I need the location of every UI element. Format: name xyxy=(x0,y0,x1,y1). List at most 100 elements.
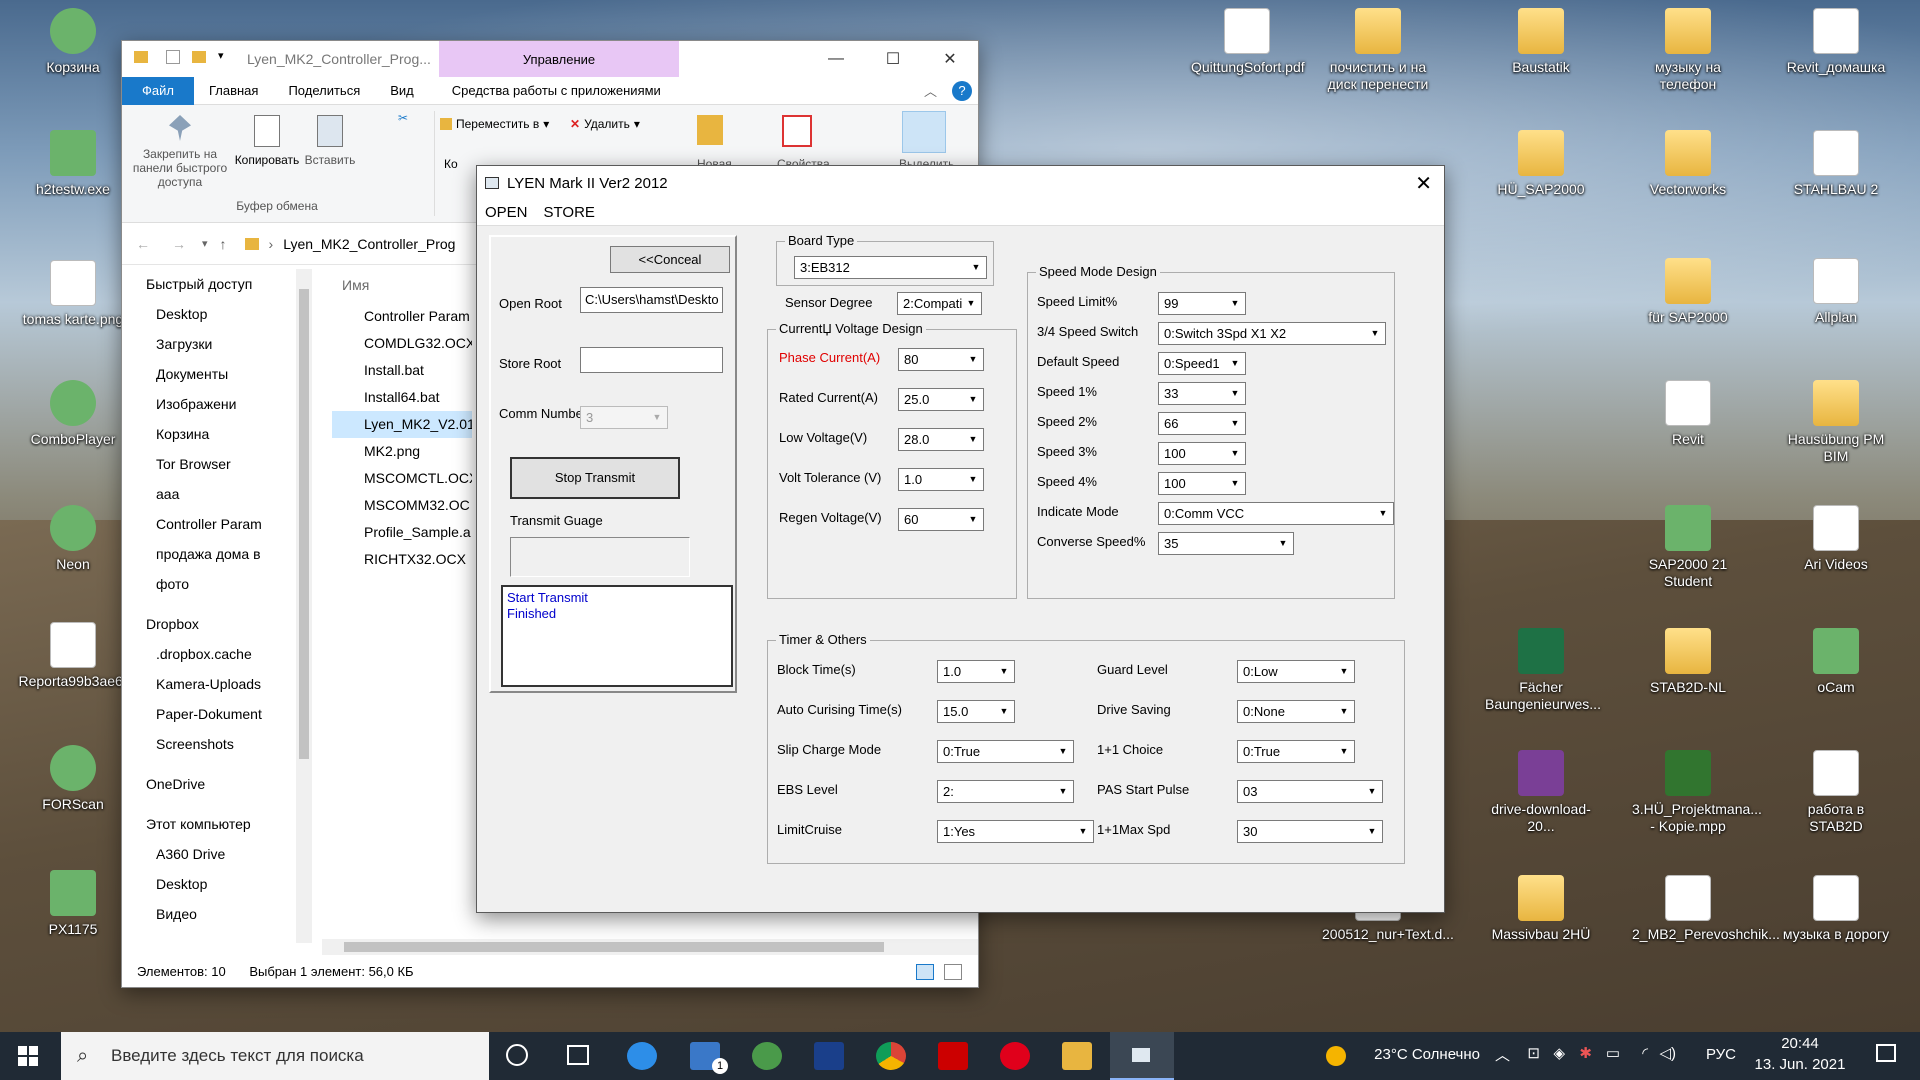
file-row[interactable]: Lyen_MK2_V2.01 xyxy=(332,411,472,438)
forward-icon[interactable]: → xyxy=(172,236,186,252)
menu-store[interactable]: STORE xyxy=(536,204,603,221)
battery-icon[interactable]: ▭ xyxy=(1606,1044,1620,1062)
copy-button[interactable]: Копировать xyxy=(232,115,302,167)
cut-icon[interactable]: ✂ xyxy=(398,111,408,125)
start-windows-icon[interactable] xyxy=(18,1046,38,1066)
stab2d-icon[interactable] xyxy=(938,1042,968,1070)
new-folder-icon-large[interactable] xyxy=(697,115,723,145)
value-select[interactable]: 30 ▼ xyxy=(1237,820,1383,843)
weather-sun-icon[interactable] xyxy=(1326,1046,1346,1066)
properties-icon-large[interactable] xyxy=(782,115,812,147)
desktop-icon[interactable]: Revit_домашка xyxy=(1780,8,1892,76)
properties-icon[interactable] xyxy=(166,50,180,64)
value-select[interactable]: 03 ▼ xyxy=(1237,780,1383,803)
details-view-icon[interactable] xyxy=(916,964,934,980)
desktop-icon[interactable]: Allplan xyxy=(1780,258,1892,326)
weather-text[interactable]: 23°C Солнечно xyxy=(1374,1046,1480,1063)
desktop-icon[interactable]: QuittungSofort.pdf xyxy=(1191,8,1305,76)
tray-app3-icon[interactable]: ✱ xyxy=(1579,1044,1592,1062)
nav-item[interactable]: Paper-Dokument xyxy=(122,699,312,729)
task-view-icon[interactable] xyxy=(567,1045,589,1065)
desktop-icon[interactable]: почистить и на диск перенести xyxy=(1322,8,1434,93)
nav-item[interactable]: Controller Param xyxy=(122,509,312,539)
tray-app-icon[interactable]: ⊡ xyxy=(1527,1044,1540,1062)
desktop-icon[interactable]: Корзина xyxy=(17,8,129,76)
value-select[interactable]: 0:Comm VCC ▼ xyxy=(1158,502,1394,525)
desktop-icon[interactable]: Hausübung PM BIM xyxy=(1780,380,1892,465)
desktop-icon[interactable]: Massivbau 2HÜ xyxy=(1485,875,1597,943)
column-header-name[interactable]: Имя xyxy=(342,277,369,293)
comm-number-select[interactable]: 3 ▼ xyxy=(580,406,668,429)
nav-scrollbar[interactable] xyxy=(296,269,312,943)
desktop-icon[interactable]: FORScan xyxy=(17,745,129,813)
tab-view[interactable]: Вид xyxy=(375,83,429,98)
file-row[interactable]: Install64.bat xyxy=(332,384,472,411)
nav-item[interactable]: Загрузки xyxy=(122,329,312,359)
close-icon[interactable]: ✕ xyxy=(922,41,978,77)
file-row[interactable]: RICHTX32.OCX xyxy=(332,546,472,573)
desktop-icon[interactable]: h2testw.exe xyxy=(17,130,129,198)
wifi-icon[interactable]: ◜ xyxy=(1642,1044,1648,1062)
value-select[interactable]: 0:Speed1 ▼ xyxy=(1158,352,1246,375)
h-scrollbar[interactable] xyxy=(322,939,978,955)
ribbon-collapse-icon[interactable]: ︿ xyxy=(909,81,952,100)
lyen-taskbar-button[interactable] xyxy=(1110,1032,1174,1080)
value-select[interactable]: 33 ▼ xyxy=(1158,382,1246,405)
conceal-button[interactable]: <<Conceal xyxy=(610,246,730,273)
desktop-icon[interactable]: Baustatik xyxy=(1485,8,1597,76)
value-select[interactable]: 0:Switch 3Spd X1 X2 ▼ xyxy=(1158,322,1386,345)
open-root-input[interactable]: C:\Users\hamst\Deskto xyxy=(580,287,723,313)
desktop-icon[interactable]: 2_MB2_Perevoshchik... xyxy=(1632,875,1780,943)
tiles-view-icon[interactable] xyxy=(944,964,962,980)
recent-dropdown-icon[interactable]: ▾ xyxy=(202,237,208,250)
desktop-icon[interactable]: SAP2000 21 Student xyxy=(1632,505,1744,590)
nav-item[interactable]: Корзина xyxy=(122,419,312,449)
file-row[interactable]: COMDLG32.OCX xyxy=(332,330,472,357)
value-select[interactable]: 0:None ▼ xyxy=(1237,700,1355,723)
desktop-icon[interactable]: oCam xyxy=(1780,628,1892,696)
nav-item[interactable]: фото xyxy=(122,569,312,599)
file-row[interactable]: Install.bat xyxy=(332,357,472,384)
value-select[interactable]: 2: ▼ xyxy=(937,780,1074,803)
new-folder-icon[interactable] xyxy=(192,51,206,63)
nav-section[interactable]: Этот компьютер xyxy=(122,809,312,839)
value-select[interactable]: 80 ▼ xyxy=(898,348,984,371)
value-select[interactable]: 0:True ▼ xyxy=(1237,740,1355,763)
tab-app-tools[interactable]: Средства работы с приложениями xyxy=(437,83,676,98)
globe-app-icon[interactable] xyxy=(752,1042,782,1070)
nav-section[interactable]: OneDrive xyxy=(122,769,312,799)
explorer-titlebar[interactable]: ▾ Lyen_MK2_Controller_Prog... Управление… xyxy=(122,41,978,77)
nav-item[interactable]: Kamera-Uploads xyxy=(122,669,312,699)
desktop-icon[interactable]: Reporta99b3ae6- xyxy=(17,622,129,690)
board-type-select[interactable]: 3:EB312 ▼ xyxy=(794,256,987,279)
nav-item[interactable]: A360 Drive xyxy=(122,839,312,869)
desktop-icon[interactable]: PX1175 xyxy=(17,870,129,938)
desktop-icon[interactable]: Ari Videos xyxy=(1780,505,1892,573)
nav-item[interactable]: Screenshots xyxy=(122,729,312,759)
nitro-icon[interactable] xyxy=(814,1042,844,1070)
chrome-icon[interactable] xyxy=(876,1042,906,1070)
value-select[interactable]: 0:True ▼ xyxy=(937,740,1074,763)
desktop-icon[interactable]: Neon xyxy=(17,505,129,573)
desktop-icon[interactable]: музыку на телефон xyxy=(1632,8,1744,93)
desktop-icon[interactable]: ComboPlayer xyxy=(17,380,129,448)
nav-item[interactable]: Tor Browser xyxy=(122,449,312,479)
desktop-icon[interactable]: für SAP2000 xyxy=(1632,258,1744,326)
qat-dropdown-icon[interactable]: ▾ xyxy=(218,49,224,62)
nav-item[interactable]: Desktop xyxy=(122,299,312,329)
volume-icon[interactable]: ◁) xyxy=(1659,1044,1676,1062)
desktop-icon[interactable]: Revit xyxy=(1632,380,1744,448)
copy-to-button[interactable]: Ко xyxy=(444,157,458,171)
context-tab-manage[interactable]: Управление xyxy=(439,41,679,77)
opera-icon[interactable] xyxy=(1000,1042,1030,1070)
desktop-icon[interactable]: drive-download-20... xyxy=(1485,750,1597,835)
maximize-icon[interactable]: ☐ xyxy=(865,41,921,77)
file-row[interactable]: Profile_Sample.a xyxy=(332,519,472,546)
language-indicator[interactable]: РУС xyxy=(1706,1046,1736,1063)
clock-time[interactable]: 20:44 xyxy=(1755,1035,1845,1052)
desktop-icon[interactable]: HÜ_SAP2000 xyxy=(1485,130,1597,198)
help-icon[interactable]: ? xyxy=(952,80,972,101)
value-select[interactable]: 0:Low ▼ xyxy=(1237,660,1355,683)
stop-transmit-button[interactable]: Stop Transmit xyxy=(510,457,680,499)
value-select[interactable]: 1:Yes ▼ xyxy=(937,820,1094,843)
